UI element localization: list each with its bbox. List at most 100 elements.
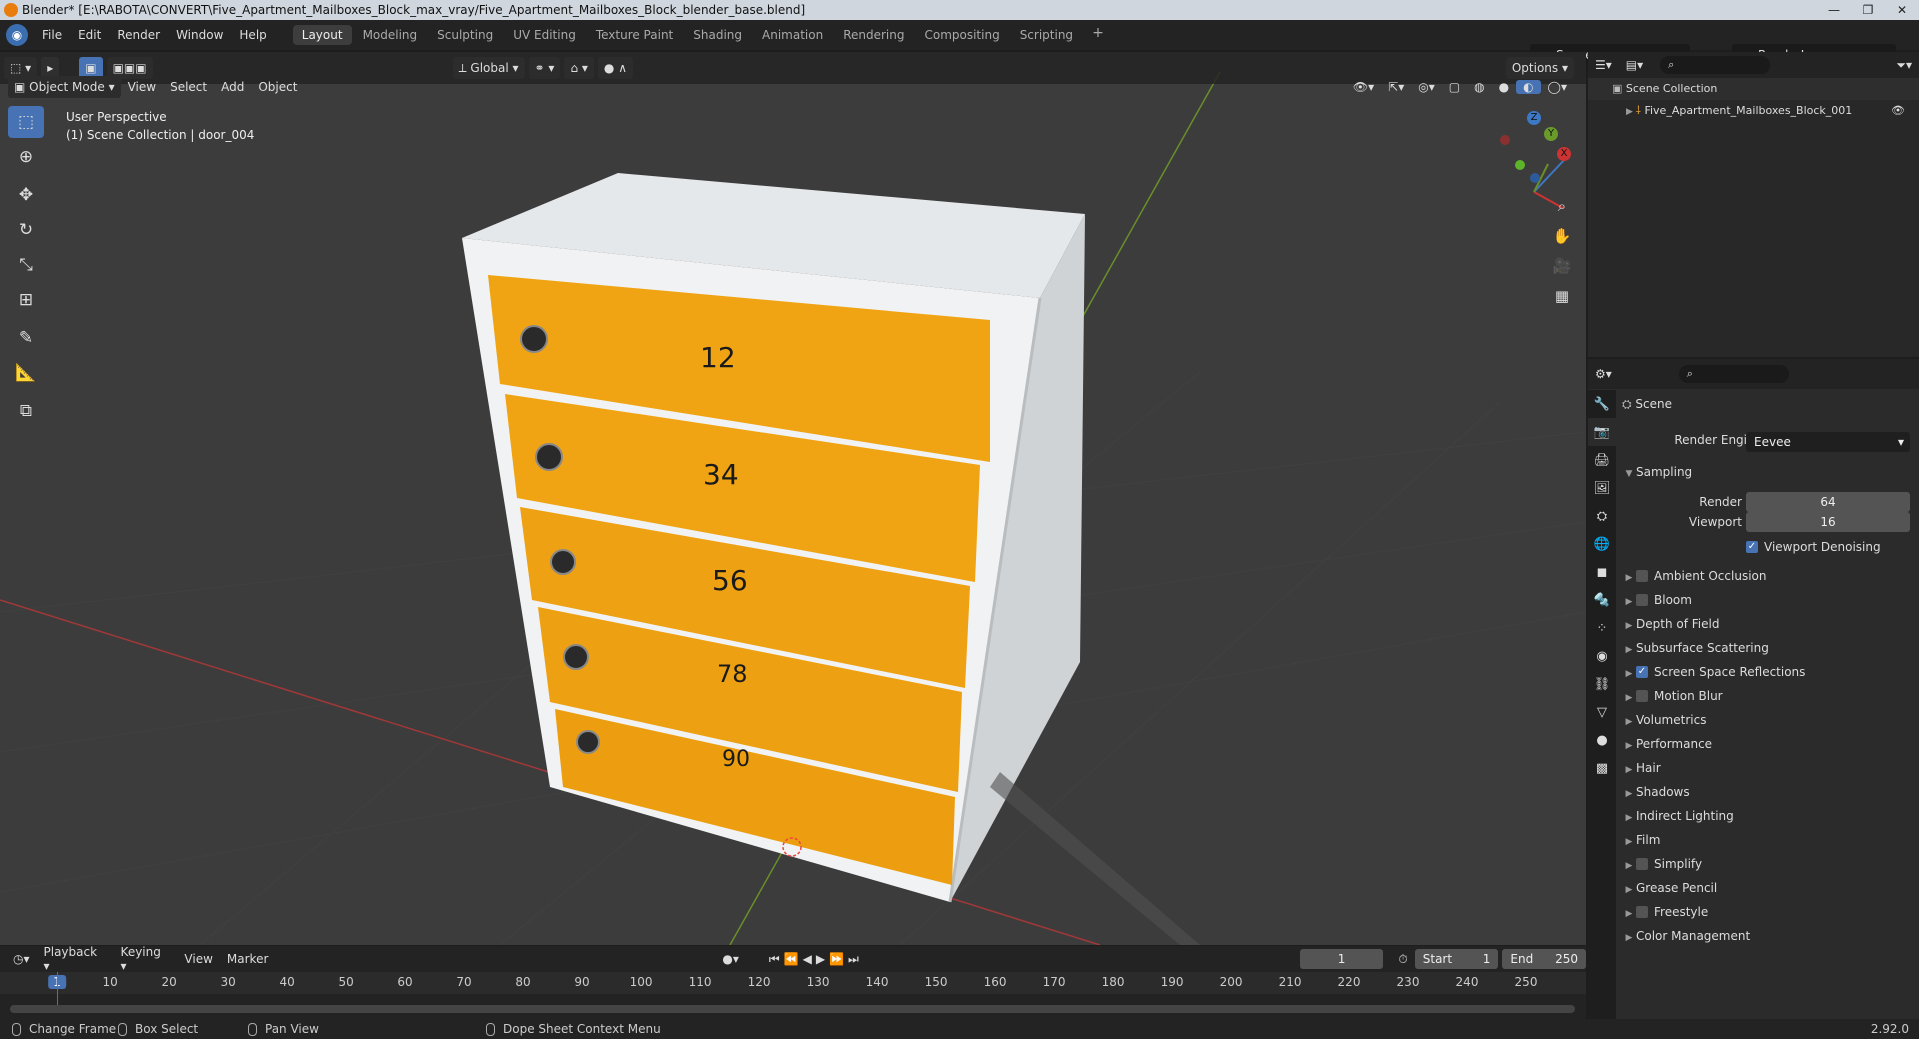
panel-performance[interactable]: ▶ Performance <box>1622 732 1919 756</box>
tab-rendering[interactable]: Rendering <box>834 25 913 45</box>
panel-volumetrics[interactable]: ▶ Volumetrics <box>1622 708 1919 732</box>
tab-scripting[interactable]: Scripting <box>1011 25 1082 45</box>
display-mode-icon[interactable]: ▤▾ <box>1619 58 1650 72</box>
physics-tab-icon[interactable]: ◉ <box>1588 642 1616 670</box>
panel-grease-pencil[interactable]: ▶ Grease Pencil <box>1622 876 1919 900</box>
checkbox-icon[interactable] <box>1636 569 1648 582</box>
checkbox-icon[interactable] <box>1636 857 1648 870</box>
xray-icon[interactable]: ▢ <box>1442 80 1467 94</box>
expand-arrow-icon[interactable]: ▶ <box>1626 107 1636 117</box>
menu-help[interactable]: Help <box>231 28 274 42</box>
end-frame-field[interactable]: End 250 <box>1502 949 1586 969</box>
panel-subsurface-scattering[interactable]: ▶ Subsurface Scattering <box>1622 636 1919 660</box>
render-tab-icon[interactable]: 📷 <box>1588 418 1616 446</box>
filter-icon[interactable]: ⏷▾ <box>1889 58 1919 73</box>
gizmo-x[interactable]: X <box>1557 147 1571 161</box>
blender-menu-icon[interactable]: ◉ <box>6 24 28 46</box>
menu-edit[interactable]: Edit <box>70 28 109 42</box>
menu-add[interactable]: Add <box>214 80 251 94</box>
timeline-scrollbar[interactable] <box>10 1005 1575 1013</box>
visibility-eye-icon[interactable]: 👁 <box>1891 100 1905 122</box>
outliner-editor-icon[interactable]: ☰▾ <box>1588 58 1619 72</box>
panel-shadows[interactable]: ▶ Shadows <box>1622 780 1919 804</box>
panel-simplify[interactable]: ▶ Simplify <box>1622 852 1919 876</box>
panel-sampling[interactable]: ▼ Sampling <box>1622 460 1919 484</box>
camera-icon[interactable]: 🎥 <box>1548 252 1576 280</box>
checkbox-icon[interactable] <box>1636 593 1648 606</box>
rendered-shading-icon[interactable]: ◯▾ <box>1541 80 1574 94</box>
menu-object[interactable]: Object <box>251 80 304 94</box>
current-frame-field[interactable]: 1 <box>1299 949 1384 969</box>
tool-tab-icon[interactable]: 🔧 <box>1588 390 1616 418</box>
playback-controls[interactable]: ⏮⏪◀▶⏩⏭ <box>762 952 870 967</box>
menu-keying[interactable]: Keying ▾ <box>114 945 178 973</box>
rotate-icon[interactable]: ↻ <box>8 214 44 246</box>
zoom-icon[interactable]: ⌕ <box>1548 192 1576 220</box>
panel-screen-space-reflections[interactable]: ▶ ✓ Screen Space Reflections <box>1622 660 1919 684</box>
material-shading-icon[interactable]: ◐ <box>1516 80 1541 94</box>
measure-icon[interactable]: 📐 <box>8 357 44 389</box>
tab-texture-paint[interactable]: Texture Paint <box>587 25 682 45</box>
add-workspace-icon[interactable]: + <box>1084 25 1112 45</box>
move-icon[interactable]: ✥ <box>8 179 44 211</box>
checkbox-icon[interactable] <box>1636 905 1648 918</box>
minimize-icon[interactable]: — <box>1817 0 1851 20</box>
tab-modeling[interactable]: Modeling <box>354 25 427 45</box>
gizmo-neg-z[interactable] <box>1530 173 1540 183</box>
gizmo-z[interactable]: Z <box>1527 111 1541 125</box>
gizmo-y[interactable]: Y <box>1544 127 1558 141</box>
tab-uv-editing[interactable]: UV Editing <box>504 25 585 45</box>
menu-timeline-view[interactable]: View <box>177 952 219 966</box>
stopwatch-icon[interactable]: ⏱ <box>1391 952 1414 967</box>
render-samples-field[interactable]: 64 <box>1746 492 1910 512</box>
world-tab-icon[interactable]: 🌐 <box>1588 530 1616 558</box>
panel-hair[interactable]: ▶ Hair <box>1622 756 1919 780</box>
transform-icon[interactable]: ⊞ <box>8 284 44 316</box>
render-engine-dropdown[interactable]: Eevee ▾ <box>1746 432 1910 452</box>
pan-hand-icon[interactable]: ✋ <box>1548 222 1576 250</box>
data-tab-icon[interactable]: ▽ <box>1588 698 1616 726</box>
maximize-icon[interactable]: ❐ <box>1851 0 1885 20</box>
menu-file[interactable]: File <box>34 28 70 42</box>
outliner-row-scene-collection[interactable]: ▣ Scene Collection <box>1588 78 1919 100</box>
gizmo-toggle-icon[interactable]: ⇱▾ <box>1381 80 1411 94</box>
tab-animation[interactable]: Animation <box>753 25 832 45</box>
outliner-search-input[interactable]: ⌕ <box>1660 56 1771 74</box>
tab-compositing[interactable]: Compositing <box>915 25 1008 45</box>
panel-freestyle[interactable]: ▶ Freestyle <box>1622 900 1919 924</box>
menu-render[interactable]: Render <box>109 28 168 42</box>
particles-tab-icon[interactable]: ⁘ <box>1588 614 1616 642</box>
object-tab-icon[interactable]: ◼ <box>1588 558 1616 586</box>
perspective-grid-icon[interactable]: ▦ <box>1548 282 1576 310</box>
3d-viewport[interactable]: 12 34 56 78 90 Z Y X <box>0 52 1586 945</box>
panel-ambient-occlusion[interactable]: ▶ Ambient Occlusion <box>1622 564 1919 588</box>
panel-depth-of-field[interactable]: ▶ Depth of Field <box>1622 612 1919 636</box>
panel-color-management[interactable]: ▶ Color Management <box>1622 924 1919 948</box>
panel-indirect-lighting[interactable]: ▶ Indirect Lighting <box>1622 804 1919 828</box>
close-icon[interactable]: ✕ <box>1885 0 1919 20</box>
menu-marker[interactable]: Marker <box>220 952 275 966</box>
gizmo-neg-x[interactable] <box>1500 135 1510 145</box>
properties-editor-icon[interactable]: ⚙▾ <box>1588 367 1619 381</box>
properties-search-input[interactable]: ⌕ <box>1678 365 1789 383</box>
checkbox-icon[interactable] <box>1636 689 1648 702</box>
menu-playback[interactable]: Playback ▾ <box>37 945 114 973</box>
tab-layout[interactable]: Layout <box>292 25 352 45</box>
viewport-denoising-checkbox[interactable]: ✓ Viewport Denoising <box>1746 535 1919 559</box>
add-cube-icon[interactable]: ⧉ <box>8 395 44 427</box>
menu-view[interactable]: View <box>121 80 163 94</box>
panel-film[interactable]: ▶ Film <box>1622 828 1919 852</box>
output-tab-icon[interactable]: 🖨 <box>1588 446 1616 474</box>
annotate-icon[interactable]: ✎ <box>8 322 44 354</box>
tab-shading[interactable]: Shading <box>684 25 751 45</box>
texture-tab-icon[interactable]: ▩ <box>1588 754 1616 782</box>
timeline-editor-icon[interactable]: ◷▾ <box>6 952 37 966</box>
modifier-tab-icon[interactable]: 🔩 <box>1588 586 1616 614</box>
mode-dropdown[interactable]: ▣ Object Mode ▾ <box>8 76 121 98</box>
checkbox-checked-icon[interactable]: ✓ <box>1636 665 1648 678</box>
select-box-icon[interactable]: ⬚ <box>8 106 44 138</box>
scene-tab-icon[interactable]: ⛭ <box>1588 502 1616 530</box>
record-icon[interactable]: ●▾ <box>715 952 746 966</box>
viewport-samples-field[interactable]: 16 <box>1746 512 1910 532</box>
cursor-icon[interactable]: ⊕ <box>8 141 44 173</box>
